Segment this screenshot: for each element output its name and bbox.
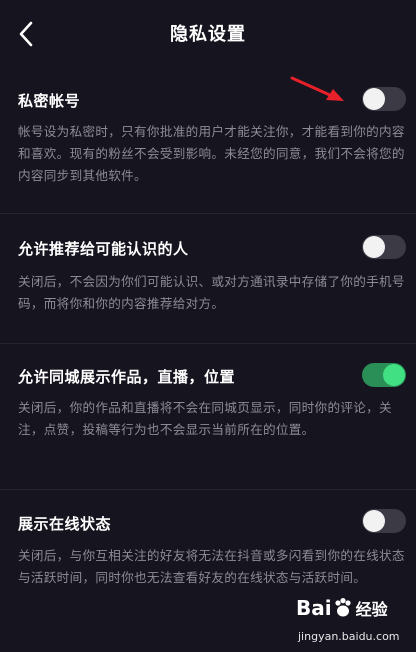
annotation-arrow-icon [290, 76, 344, 101]
online-status-title: 展示在线状态 [18, 515, 112, 533]
toggle-knob [363, 236, 385, 258]
watermark-suffix: 经验 [355, 600, 388, 619]
watermark-brand: Bai 经验 [296, 596, 388, 620]
top-bar: 隐私设置 [0, 0, 416, 68]
divider [0, 343, 416, 344]
local-display-toggle[interactable] [362, 363, 406, 387]
divider [0, 489, 416, 490]
paw-icon [335, 598, 351, 617]
private-account-description: 帐号设为私密时，只有你批准的用户才能关注你，才能看到你的内容和喜欢。现有的粉丝不… [18, 124, 405, 183]
recommend-to-acquaintances-title: 允许推荐给可能认识的人 [18, 240, 189, 258]
private-account-title: 私密帐号 [18, 92, 81, 110]
page-title: 隐私设置 [170, 24, 246, 45]
online-status-description: 关闭后，与你互相关注的好友将无法在抖音或多闪看到你的在线状态与活跃时间，同时你也… [18, 548, 405, 585]
private-account-toggle[interactable] [362, 87, 406, 111]
divider [0, 213, 416, 214]
local-display-description: 关闭后，你的作品和直播将不会在同城页显示，同时你的评论，关注，点赞，投稿等行为也… [18, 400, 392, 437]
recommend-to-acquaintances-description: 关闭后，不会因为你们可能认识、或对方通讯录中存储了你的手机号码，而将你和你的内容… [18, 274, 405, 311]
toggle-knob [363, 88, 385, 110]
watermark-url: jingyan.baidu.com [298, 630, 400, 643]
toggle-knob [363, 510, 385, 532]
local-display-title: 允许同城展示作品，直播，位置 [18, 368, 236, 386]
recommend-to-acquaintances-toggle[interactable] [362, 235, 406, 259]
watermark-brand-text: Bai [296, 596, 332, 620]
baidu-jingyan-watermark: Bai 经验 jingyan.baidu.com [296, 596, 412, 650]
toggle-knob [383, 364, 405, 386]
online-status-toggle[interactable] [362, 509, 406, 533]
